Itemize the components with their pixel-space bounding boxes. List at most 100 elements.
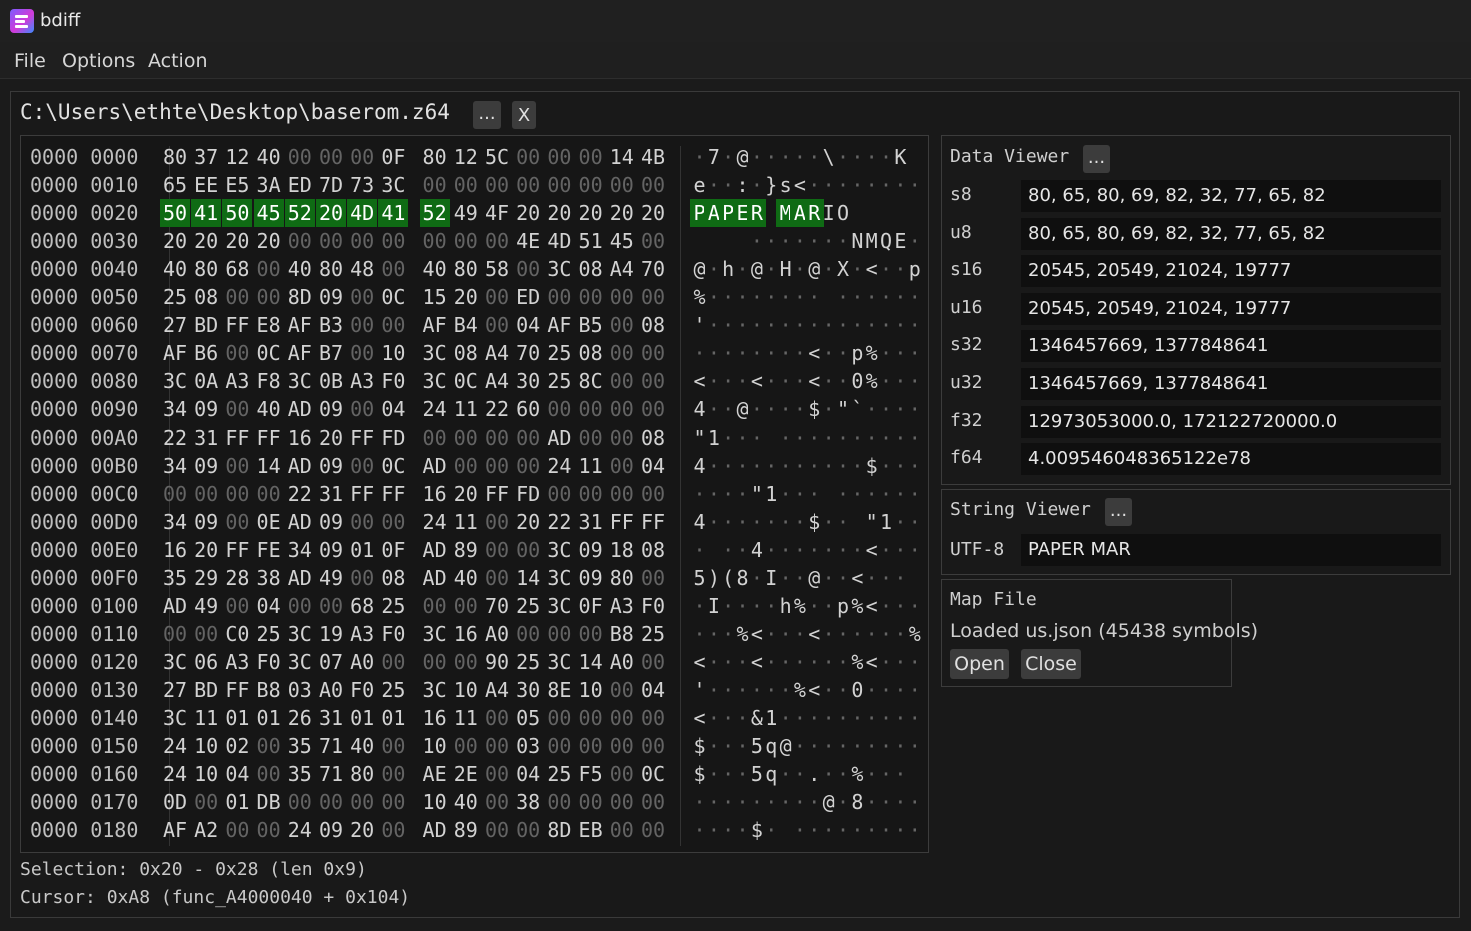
hex-byte[interactable]: AE [420,760,450,788]
hex-byte[interactable]: 00 [544,171,574,199]
ascii-char[interactable]: · [905,227,924,255]
hex-byte[interactable]: 34 [160,395,190,423]
hex-byte[interactable]: 00 [576,143,606,171]
hex-byte[interactable]: 00 [544,395,574,423]
hex-byte[interactable]: 00 [316,143,346,171]
hex-byte[interactable]: F0 [638,592,668,620]
hex-byte[interactable]: 31 [316,704,346,732]
hex-byte[interactable]: 41 [191,199,222,228]
hex-byte[interactable]: 3C [285,620,315,648]
hex-byte[interactable]: 10 [420,788,450,816]
hex-byte[interactable]: 20 [638,199,668,227]
hex-byte[interactable]: 20 [513,199,543,227]
hex-byte[interactable]: 45 [253,199,284,228]
hex-byte[interactable]: 00 [482,227,512,255]
hex-byte[interactable]: 00 [544,704,574,732]
data-value-field-u8[interactable]: 80, 65, 80, 69, 82, 32, 77, 65, 82 [1021,217,1441,250]
hex-byte[interactable]: 27 [160,311,190,339]
hex-byte[interactable]: A3 [347,367,377,395]
hex-byte[interactable]: B6 [191,339,221,367]
hex-byte[interactable]: ED [513,283,543,311]
hex-byte[interactable]: 20 [316,424,346,452]
ascii-char[interactable]: · [905,339,924,367]
hex-byte[interactable]: 16 [420,704,450,732]
hex-byte[interactable]: 00 [254,732,284,760]
hex-byte[interactable]: 08 [638,424,668,452]
hex-byte[interactable]: 01 [222,704,252,732]
hex-byte[interactable]: 4E [513,227,543,255]
hex-byte[interactable]: 00 [482,283,512,311]
hex-byte[interactable]: FF [607,508,637,536]
hex-byte[interactable]: 00 [451,227,481,255]
hex-byte[interactable]: 00 [638,171,668,199]
hex-byte[interactable]: 14 [513,564,543,592]
hex-byte[interactable]: AF [285,311,315,339]
hex-byte[interactable]: EB [576,816,606,844]
hex-byte[interactable]: 0C [451,367,481,395]
hex-byte[interactable]: BD [191,676,221,704]
hex-byte[interactable]: B5 [576,311,606,339]
hex-byte[interactable]: 40 [254,395,284,423]
ascii-char[interactable]: · [905,424,924,452]
hex-byte[interactable]: 16 [285,424,315,452]
hex-byte[interactable]: 00 [513,171,543,199]
hex-byte[interactable]: 04 [513,311,543,339]
hex-byte[interactable]: 00 [638,564,668,592]
ascii-char[interactable]: · [747,424,766,452]
hex-byte[interactable]: 25 [638,620,668,648]
hex-byte[interactable]: A3 [347,620,377,648]
hex-byte[interactable]: 00 [638,788,668,816]
ascii-char[interactable]: · [905,452,924,480]
hex-byte[interactable]: 51 [576,227,606,255]
hex-byte[interactable]: 00 [482,564,512,592]
hex-byte[interactable]: 00 [222,452,252,480]
menu-action[interactable]: Action [148,50,208,72]
hex-byte[interactable]: 00 [513,452,543,480]
hex-byte[interactable]: 08 [378,564,408,592]
hex-byte[interactable]: 70 [482,592,512,620]
hex-byte[interactable]: 00 [513,536,543,564]
hex-byte[interactable]: 00 [254,816,284,844]
hex-byte[interactable]: 09 [316,508,346,536]
hex-byte[interactable]: 89 [451,816,481,844]
data-value-field-f32[interactable]: 12973053000.0, 172122720000.0 [1021,405,1441,438]
hex-byte[interactable]: 00 [576,424,606,452]
hex-byte[interactable]: 49 [191,592,221,620]
ascii-char[interactable]: · [905,536,924,564]
hex-byte[interactable]: 31 [576,508,606,536]
hex-byte[interactable]: 25 [544,367,574,395]
hex-byte[interactable]: 60 [513,395,543,423]
hex-byte[interactable]: 02 [222,732,252,760]
hex-byte[interactable]: DB [254,788,284,816]
hex-byte[interactable]: 00 [544,283,574,311]
hex-byte[interactable]: 00 [482,452,512,480]
hex-byte[interactable]: 5C [482,143,512,171]
hex-byte[interactable]: AD [285,508,315,536]
hex-byte[interactable]: 01 [222,788,252,816]
ascii-char[interactable]: · [834,508,853,536]
hex-byte[interactable]: 12 [222,143,252,171]
hex-byte[interactable]: E5 [222,171,252,199]
hex-byte[interactable]: 41 [378,199,409,228]
hex-byte[interactable]: 11 [191,704,221,732]
hex-byte[interactable]: 08 [191,283,221,311]
hex-byte[interactable]: 3C [544,592,574,620]
hex-byte[interactable]: A3 [222,648,252,676]
hex-byte[interactable]: 00 [513,816,543,844]
hex-byte[interactable]: 24 [160,760,190,788]
hex-byte[interactable]: 40 [420,255,450,283]
hex-byte[interactable]: 09 [316,395,346,423]
close-file-button[interactable]: X [512,101,536,129]
hex-byte[interactable]: 52 [284,199,315,228]
hex-byte[interactable]: 00 [513,424,543,452]
hex-byte[interactable]: AD [420,564,450,592]
string-value-field[interactable]: PAPER MAR [1021,534,1441,566]
hex-byte[interactable]: 11 [451,508,481,536]
hex-byte[interactable]: FF [347,480,377,508]
hex-byte[interactable]: 40 [347,732,377,760]
hex-byte[interactable]: B8 [607,620,637,648]
hex-byte[interactable]: 00 [378,311,408,339]
data-value-field-s32[interactable]: 1346457669, 1377848641 [1021,330,1441,363]
hex-byte[interactable]: 18 [607,536,637,564]
hex-byte[interactable]: 00 [316,592,346,620]
